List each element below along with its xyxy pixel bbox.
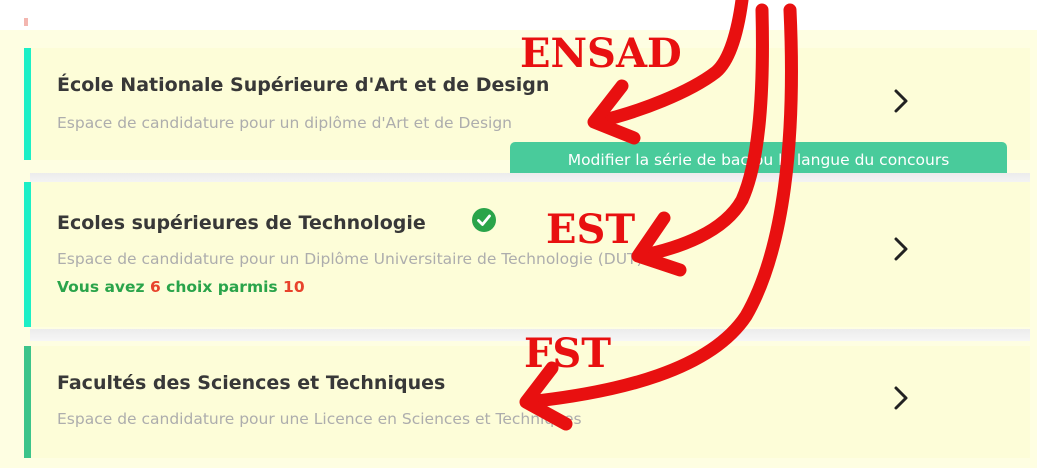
annotation-label-est: EST xyxy=(546,206,636,253)
choices-selected-count: 6 xyxy=(149,278,161,296)
top-strip xyxy=(0,0,1037,30)
annotation-label-ensad: ENSAD xyxy=(520,30,682,77)
card-accent-bar xyxy=(24,346,31,458)
check-circle-icon xyxy=(472,208,496,232)
choices-summary: Vous avez 6 choix parmis 10 xyxy=(57,278,305,296)
annotation-label-fst: FST xyxy=(524,330,612,377)
top-strip-mark xyxy=(24,18,28,26)
card-title: Facultés des Sciences et Techniques xyxy=(57,372,446,394)
card-title: Ecoles supérieures de Technologie xyxy=(57,212,426,234)
choices-prefix: Vous avez xyxy=(57,278,145,296)
chevron-right-icon[interactable] xyxy=(890,234,912,264)
card-title: École Nationale Supérieure d'Art et de D… xyxy=(57,74,550,96)
screenshot-stage: École Nationale Supérieure d'Art et de D… xyxy=(0,0,1037,468)
choices-middle: choix parmis xyxy=(166,278,278,296)
card-subtitle: Espace de candidature pour un diplôme d'… xyxy=(57,114,513,132)
choices-total-count: 10 xyxy=(283,278,305,296)
card-subtitle: Espace de candidature pour une Licence e… xyxy=(57,410,582,428)
card-accent-bar xyxy=(24,182,31,327)
chevron-right-icon[interactable] xyxy=(890,383,912,413)
chevron-right-icon[interactable] xyxy=(890,86,912,116)
card-accent-bar xyxy=(24,48,31,160)
school-card-est[interactable]: Ecoles supérieures de Technologie Espace… xyxy=(24,182,1030,327)
